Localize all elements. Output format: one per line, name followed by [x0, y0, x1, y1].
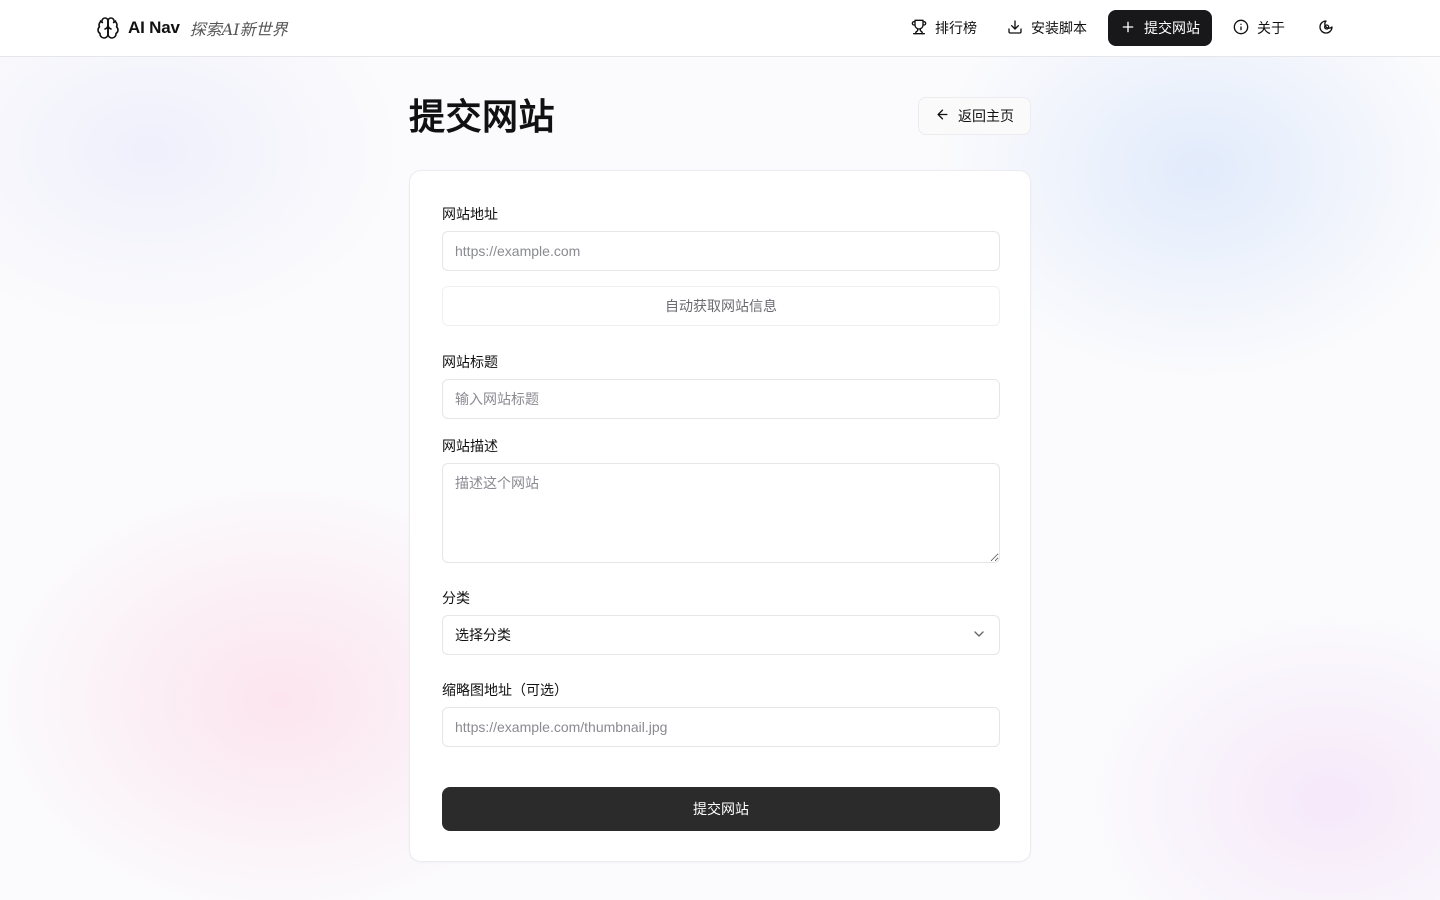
main-nav: 排行榜 安装脚本 提交网站 关于	[898, 10, 1344, 46]
url-input[interactable]	[442, 231, 1000, 271]
nav-leaderboard-label: 排行榜	[935, 20, 977, 36]
thumbnail-label: 缩略图地址（可选）	[442, 682, 568, 698]
description-label: 网站描述	[442, 438, 498, 454]
category-label: 分类	[442, 590, 470, 606]
top-navbar: AI Nav 探索AI新世界 排行榜 安装脚本 提交网站 关于	[0, 0, 1440, 57]
nav-leaderboard[interactable]: 排行榜	[898, 10, 990, 46]
description-textarea[interactable]	[442, 463, 1000, 563]
nav-about[interactable]: 关于	[1220, 10, 1298, 46]
chevron-down-icon	[971, 626, 987, 645]
url-label: 网站地址	[442, 206, 498, 222]
info-icon	[1233, 19, 1249, 38]
theme-toggle-icon	[1318, 19, 1334, 38]
nav-submit-site-button[interactable]: 提交网站	[1108, 10, 1212, 46]
title-input[interactable]	[442, 379, 1000, 419]
plus-icon	[1120, 19, 1136, 38]
submit-button[interactable]: 提交网站	[442, 787, 1000, 831]
submit-form-card: 网站地址 自动获取网站信息 网站标题 网站描述 分类 选择分类 缩略图地址（可选…	[409, 170, 1031, 862]
thumbnail-input[interactable]	[442, 707, 1000, 747]
brand-name: AI Nav	[128, 18, 180, 37]
theme-toggle-button[interactable]	[1308, 10, 1344, 46]
nav-install-script-label: 安装脚本	[1031, 20, 1087, 36]
page-title: 提交网站	[409, 96, 556, 137]
auto-fetch-button[interactable]: 自动获取网站信息	[442, 286, 1000, 326]
brain-icon	[96, 16, 120, 40]
download-icon	[1007, 19, 1023, 38]
back-home-button[interactable]: 返回主页	[918, 97, 1031, 135]
back-home-label: 返回主页	[958, 108, 1014, 124]
brand-tagline: 探索AI新世界	[189, 20, 288, 39]
nav-install-script[interactable]: 安装脚本	[994, 10, 1100, 46]
page-header: 提交网站 返回主页	[409, 95, 1031, 139]
category-selected-value: 选择分类	[455, 627, 511, 643]
brand[interactable]: AI Nav 探索AI新世界	[96, 16, 288, 40]
category-select[interactable]: 选择分类	[442, 615, 1000, 655]
trophy-icon	[911, 19, 927, 38]
arrow-left-icon	[935, 107, 950, 125]
nav-submit-site-label: 提交网站	[1144, 20, 1200, 36]
nav-about-label: 关于	[1257, 20, 1285, 36]
title-label: 网站标题	[442, 354, 498, 370]
